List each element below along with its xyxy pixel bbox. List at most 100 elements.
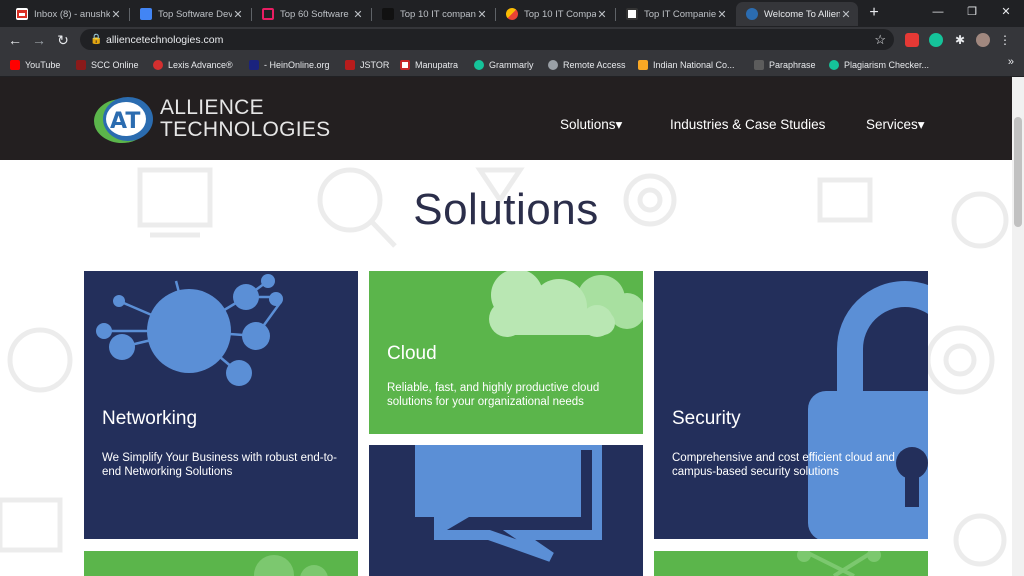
browser-chrome: Inbox (8) - anushk ✕ Top Software Deve ✕… [0,0,1024,77]
site-icon [140,8,152,20]
grammarly-icon [474,60,484,70]
restore-icon[interactable]: ❐ [962,3,982,21]
chat-bubbles-icon [415,445,602,562]
tab-title: Inbox (8) - anushk [34,8,110,20]
bookmark-lexis[interactable]: Lexis Advance® [153,58,233,72]
bookmark-label: JSTOR [360,60,390,70]
gmail-icon [16,8,28,20]
bookmark-label: - HeinOnline.org [264,60,330,70]
address-bar[interactable]: 🔒 alliencetechnologies.com ☆ [80,29,894,50]
nav-solutions[interactable]: Solutions▾ [560,117,622,133]
bookmark-remote-access[interactable]: Remote Access [548,58,626,72]
bookmark-heinonline[interactable]: - HeinOnline.org [249,58,330,72]
extensions-puzzle-icon[interactable]: ✱ [953,33,967,47]
grammarly-extension-icon[interactable] [929,33,943,47]
address-url[interactable]: alliencetechnologies.com [106,34,223,46]
tab-title: Welcome To Allien [764,8,840,20]
site-icon [626,8,638,20]
menu-kebab-icon[interactable]: ⋮ [998,33,1012,47]
card-title: Cloud [387,343,437,364]
bookmark-label: SCC Online [91,60,139,70]
bookmark-scc-online[interactable]: SCC Online [76,58,139,72]
tab-top-10-it-2[interactable]: Top 10 IT Compan ✕ [496,2,614,26]
bookmark-jstor[interactable]: JSTOR [345,58,389,72]
profile-avatar[interactable] [976,33,990,47]
grammarly-icon [829,60,839,70]
nav-services[interactable]: Services▾ [866,117,925,133]
bookmark-label: Indian National Co... [653,60,735,70]
bookmark-paraphrase[interactable]: Paraphrase [754,58,816,72]
tab-gmail[interactable]: Inbox (8) - anushk ✕ [6,2,128,26]
bookmark-youtube[interactable]: YouTube [10,58,60,72]
bookmark-label: YouTube [25,60,61,70]
nav-industries-case-studies[interactable]: Industries & Case Studies [670,117,825,132]
extension-red-icon[interactable] [905,33,919,47]
paraphrase-icon [754,60,764,70]
card-security[interactable]: Security Comprehensive and cost efficien… [654,271,928,539]
page-scrollbar[interactable] [1012,77,1024,576]
tab-top-software-dev[interactable]: Top Software Deve ✕ [130,2,250,26]
network-nodes-icon [96,274,283,386]
back-icon[interactable]: ← [6,31,24,49]
bookmark-label: Plagiarism Checker... [844,60,930,70]
close-icon[interactable]: ✕ [596,8,608,21]
gear-icon [254,555,328,576]
inc-icon [638,60,648,70]
nodes-icon [797,551,881,576]
site-icon [506,8,518,20]
tab-strip: Inbox (8) - anushk ✕ Top Software Deve ✕… [0,0,1024,27]
site-header: AT ALLIENCE TECHNOLOGIES Solutions▾ Indu… [0,77,1012,160]
tab-title: Top 10 IT compan [400,8,476,20]
allience-logo-icon: AT [94,97,153,143]
close-icon[interactable]: ✕ [232,8,244,21]
youtube-icon [10,60,20,70]
padlock-icon [808,281,928,539]
card-cloud[interactable]: Cloud Reliable, fast, and highly product… [369,271,643,434]
tab-allience-active[interactable]: Welcome To Allien ✕ [736,2,858,26]
browser-toolbar: ← → ↻ 🔒 alliencetechnologies.com ☆ ✱ ⋮ [0,27,1024,52]
close-icon[interactable]: ✕ [476,8,488,21]
tab-top-60-software[interactable]: Top 60 Software D ✕ [252,2,370,26]
bookmarks-bar: YouTube SCC Online Lexis Advance® - Hein… [0,52,1024,77]
tab-title: Top 60 Software D [280,8,352,20]
card-description: Comprehensive and cost efficient cloud a… [672,452,895,478]
bookmark-star-icon[interactable]: ☆ [874,32,886,48]
lexis-icon [153,60,163,70]
site-icon [382,8,394,20]
card-networking[interactable]: Networking We Simplify Your Business wit… [84,271,358,539]
bookmarks-overflow-icon[interactable]: » [1008,56,1014,68]
minimize-icon[interactable]: — [928,3,948,21]
bookmark-manupatra[interactable]: Manupatra [400,58,458,72]
close-icon[interactable]: ✕ [716,8,728,21]
close-icon[interactable]: ✕ [352,8,364,21]
card-description: We Simplify Your Business with robust en… [102,452,338,478]
bookmark-label: Lexis Advance® [168,60,233,70]
tab-title: Top IT Companies [644,8,716,20]
card-bottom-right[interactable] [654,551,928,576]
new-tab-button[interactable]: + [866,4,882,22]
reload-icon[interactable]: ↻ [54,31,72,49]
bookmark-label: Remote Access [563,60,626,70]
logo-mark-text: AT [110,109,140,134]
card-description: Reliable, fast, and highly productive cl… [387,382,600,408]
scrollbar-thumb[interactable] [1014,117,1022,227]
bookmark-label: Grammarly [489,60,534,70]
tab-top-it-companies[interactable]: Top IT Companies ✕ [616,2,734,26]
bookmark-label: Manupatra [415,60,459,70]
bookmark-indian-national[interactable]: Indian National Co... [638,58,735,72]
close-icon[interactable]: ✕ [110,8,122,21]
forward-icon[interactable]: → [30,31,48,49]
site-logo[interactable]: AT ALLIENCE TECHNOLOGIES [92,93,342,145]
close-window-icon[interactable]: ✕ [996,3,1016,21]
lock-icon: 🔒 [90,34,103,45]
card-title: Security [672,408,741,429]
tab-top-10-it-1[interactable]: Top 10 IT compan ✕ [372,2,494,26]
bookmark-plagiarism[interactable]: Plagiarism Checker... [829,58,929,72]
tab-title: Top Software Deve [158,8,232,20]
bookmark-grammarly[interactable]: Grammarly [474,58,534,72]
close-icon[interactable]: ✕ [840,8,852,21]
manupatra-icon [400,60,410,70]
card-bottom-left[interactable] [84,551,358,576]
card-communication[interactable] [369,445,643,576]
logo-line-1: ALLIENCE [160,96,264,119]
